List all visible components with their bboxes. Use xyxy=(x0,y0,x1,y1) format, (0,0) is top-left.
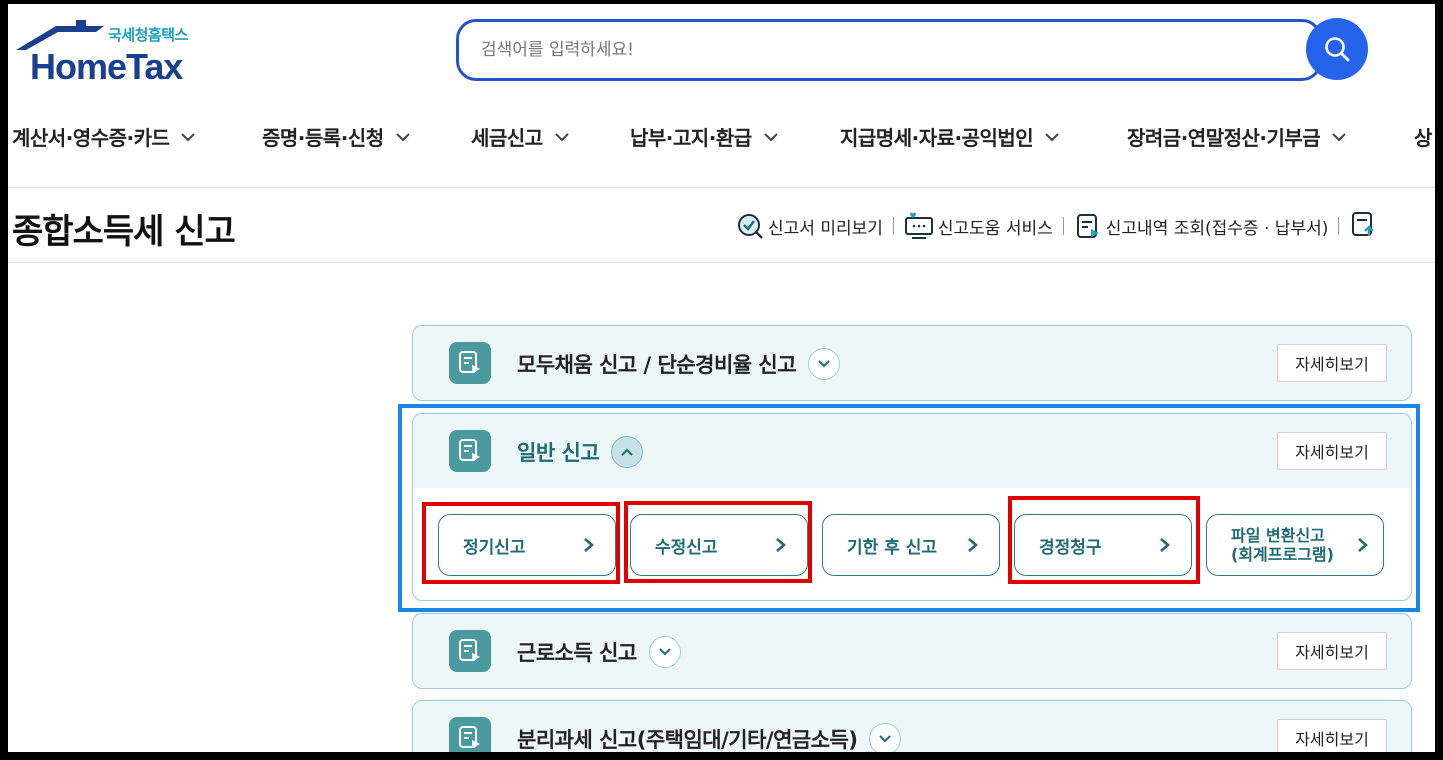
detail-button[interactable]: 자세히보기 xyxy=(1277,344,1387,382)
report-help-link[interactable]: 신고도움 서비스 xyxy=(904,212,1053,240)
section-header[interactable]: 근로소득 신고 자세히보기 xyxy=(413,614,1411,688)
section-separate-taxation: 분리과세 신고(주택임대/기타/연금소득) 자세히보기 xyxy=(412,700,1412,752)
search-button[interactable] xyxy=(1306,18,1368,80)
expand-toggle[interactable] xyxy=(648,636,681,668)
nav-item-more[interactable]: 상 xyxy=(1414,122,1432,151)
monitor-heart-icon xyxy=(904,212,934,240)
section-header[interactable]: 모두채움 신고 / 단순경비율 신고 자세히보기 xyxy=(413,326,1411,400)
chevron-down-icon xyxy=(395,132,410,141)
nav-item-label: 장려금·연말정산·기부금 xyxy=(1127,126,1321,150)
quick-link-label: 신고도움 서비스 xyxy=(937,218,1053,239)
search-icon xyxy=(1325,37,1350,62)
highlight-box-red xyxy=(1008,496,1200,584)
chevron-down-icon xyxy=(763,132,778,141)
nav-item-statement[interactable]: 지급명세·자료·공익법인 xyxy=(840,122,1059,151)
document-play-icon xyxy=(449,717,491,752)
quick-links: 신고서 미리보기 신고도움 서비스 신고내역 조회(접수증 · 납부서) xyxy=(736,211,1377,241)
section-title-text: 근로소득 신고 xyxy=(517,641,637,665)
document-upload-icon[interactable] xyxy=(1349,210,1377,242)
chevron-down-icon xyxy=(1045,132,1059,141)
nav-item-certificate[interactable]: 증명·등록·신청 xyxy=(262,122,410,151)
document-play-icon xyxy=(1074,212,1102,240)
document-play-icon xyxy=(449,342,491,384)
section-title-text: 모두채움 신고 / 단순경비율 신고 xyxy=(517,353,797,377)
search-input[interactable] xyxy=(481,36,1281,64)
quick-link-label: 신고서 미리보기 xyxy=(768,218,883,239)
magnifier-check-icon xyxy=(736,212,764,240)
preview-report-link[interactable]: 신고서 미리보기 xyxy=(736,212,883,240)
report-history-link[interactable]: 신고내역 조회(접수증 · 납부서) xyxy=(1074,212,1329,240)
section-title: 근로소득 신고 xyxy=(517,636,681,668)
section-title-text: 분리과세 신고(주택임대/기타/연금소득) xyxy=(517,728,858,752)
nav-item-label: 계산서·영수증·카드 xyxy=(12,126,170,150)
document-play-icon xyxy=(449,630,491,672)
section-title: 분리과세 신고(주택임대/기타/연금소득) xyxy=(517,723,902,752)
main-nav: 계산서·영수증·카드 증명·등록·신청 세금신고 납부·고지·환급 지급명세·자… xyxy=(8,116,1435,156)
chevron-down-icon xyxy=(659,648,671,656)
logo-subtitle: 국세청홈택스 xyxy=(108,26,188,44)
chevron-down-icon xyxy=(879,735,892,743)
nav-item-payment[interactable]: 납부·고지·환급 xyxy=(630,122,778,151)
nav-item-incentive[interactable]: 장려금·연말정산·기부금 xyxy=(1127,122,1346,151)
expand-toggle[interactable] xyxy=(808,348,841,380)
nav-item-tax-report[interactable]: 세금신고 xyxy=(471,122,569,151)
detail-button[interactable]: 자세히보기 xyxy=(1277,632,1387,670)
nav-item-label: 상 xyxy=(1414,126,1432,150)
hometax-logo[interactable]: 국세청홈택스 HomeTax xyxy=(12,18,212,88)
highlight-box-red xyxy=(422,502,620,584)
search-box xyxy=(456,19,1322,81)
nav-item-label: 증명·등록·신청 xyxy=(262,126,384,150)
expand-toggle[interactable] xyxy=(869,723,902,752)
separator xyxy=(1062,217,1064,235)
section-earned-income: 근로소득 신고 자세히보기 xyxy=(412,613,1412,689)
section-header[interactable]: 분리과세 신고(주택임대/기타/연금소득) 자세히보기 xyxy=(413,701,1411,752)
header-divider xyxy=(8,262,1435,263)
detail-button[interactable]: 자세히보기 xyxy=(1277,719,1387,752)
nav-item-label: 지급명세·자료·공익법인 xyxy=(840,126,1034,150)
separator xyxy=(1338,217,1340,235)
nav-item-label: 세금신고 xyxy=(471,126,543,150)
chevron-down-icon xyxy=(554,132,569,141)
chevron-down-icon xyxy=(181,132,196,141)
nav-item-invoice[interactable]: 계산서·영수증·카드 xyxy=(12,122,196,151)
hometax-window: 국세청홈택스 HomeTax 계산서·영수증·카드 증명·등록·신청 세금신고 … xyxy=(8,4,1435,752)
nav-item-label: 납부·고지·환급 xyxy=(630,126,752,150)
chevron-down-icon xyxy=(1332,132,1346,141)
separator xyxy=(892,217,894,235)
logo-title: HomeTax xyxy=(30,46,183,87)
nav-divider xyxy=(8,187,1435,188)
chevron-down-icon xyxy=(818,360,830,368)
page-title: 종합소득세 신고 xyxy=(12,212,236,252)
section-modu-chaeum: 모두채움 신고 / 단순경비율 신고 자세히보기 xyxy=(412,325,1412,401)
section-title: 모두채움 신고 / 단순경비율 신고 xyxy=(517,348,841,380)
quick-link-label: 신고내역 조회(접수증 · 납부서) xyxy=(1105,218,1329,239)
highlight-box-red xyxy=(624,501,812,583)
